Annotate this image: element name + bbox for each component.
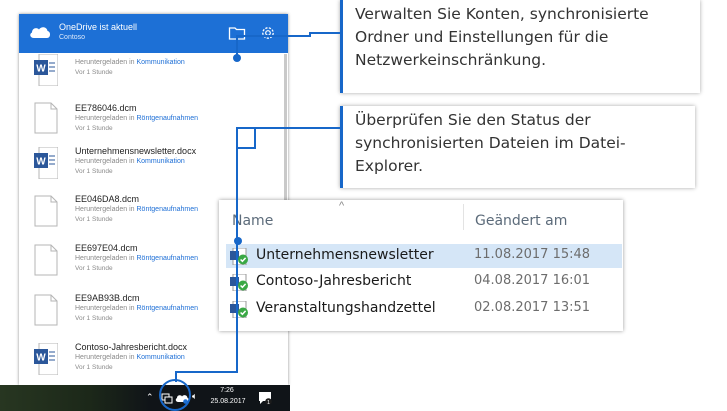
activity-item[interactable]: EE786046.dcm Heruntergeladen in Röntgena…	[19, 99, 281, 147]
activity-item[interactable]: W Heruntergeladen in Kommunikation Vor 1…	[19, 53, 281, 101]
column-header-name[interactable]: Name	[232, 213, 273, 229]
activity-item[interactable]: W Contoso-Jahresbericht.docx Heruntergel…	[19, 340, 281, 385]
cloud-icon	[30, 27, 51, 38]
clock-time[interactable]: 7:26	[212, 387, 242, 394]
word-document-icon: W	[34, 147, 58, 179]
taskbar: ⌃ 🔈︎ 7:26 25.08.2017 1	[0, 385, 290, 411]
volume-icon[interactable]: 🔈︎	[192, 391, 197, 402]
activity-time: Vor 1 Stunde	[75, 265, 113, 272]
account-name: Contoso	[59, 34, 86, 41]
folder-link[interactable]: Kommunikation	[137, 354, 185, 361]
file-modified-date: 02.08.2017 13:51	[474, 300, 591, 315]
folder-link[interactable]: Röntgenaufnahmen	[137, 115, 199, 122]
notification-count: 1	[267, 400, 270, 405]
activity-description: Heruntergeladen in Röntgenaufnahmen	[75, 255, 198, 262]
file-icon	[34, 195, 58, 227]
column-divider[interactable]	[463, 204, 464, 230]
callout-settings-info: Verwalten Sie Konten, synchronisierte Or…	[340, 0, 700, 93]
folder-link[interactable]: Röntgenaufnahmen	[137, 255, 199, 262]
synced-word-file-icon	[230, 274, 248, 291]
gear-icon[interactable]	[259, 24, 277, 42]
activity-description: Heruntergeladen in Röntgenaufnahmen	[75, 206, 198, 213]
activity-description: Heruntergeladen in Kommunikation	[75, 354, 185, 361]
word-document-icon: W	[34, 343, 58, 375]
file-icon	[34, 244, 58, 276]
activity-description: Heruntergeladen in Röntgenaufnahmen	[75, 305, 198, 312]
svg-text:W: W	[36, 157, 46, 168]
file-icon	[34, 102, 58, 134]
word-document-icon: W	[34, 54, 58, 86]
synced-word-file-icon	[230, 248, 248, 265]
file-name: EE786046.dcm	[75, 103, 137, 113]
folder-link[interactable]: Kommunikation	[137, 59, 185, 66]
file-name: Unternehmensnewsletter.docx	[75, 146, 197, 156]
table-row[interactable]: Unternehmensnewsletter 11.08.2017 15:48	[226, 244, 622, 268]
file-name: Veranstaltungshandzettel	[256, 300, 436, 316]
activity-time: Vor 1 Stunde	[75, 364, 113, 371]
onedrive-icon-highlight	[159, 379, 191, 411]
callout-explorer-info: Überprüfen Sie den Status der synchronis…	[340, 106, 695, 188]
sync-status-title: OneDrive ist aktuell	[59, 22, 138, 32]
activity-description: Heruntergeladen in Röntgenaufnahmen	[75, 115, 198, 122]
taskbar-background	[0, 385, 150, 411]
synced-word-file-icon	[230, 301, 248, 318]
folder-link[interactable]: Röntgenaufnahmen	[137, 206, 199, 213]
file-icon	[34, 294, 58, 326]
folder-link[interactable]: Röntgenaufnahmen	[137, 305, 199, 312]
file-name: EE046DA8.dcm	[75, 194, 140, 204]
file-name: EE9AB93B.dcm	[75, 293, 140, 303]
file-modified-date: 04.08.2017 16:01	[474, 273, 591, 288]
file-name: EE697E04.dcm	[75, 243, 138, 253]
table-row[interactable]: Contoso-Jahresbericht 04.08.2017 16:01	[226, 270, 622, 294]
activity-item[interactable]: W Unternehmensnewsletter.docx Herunterge…	[19, 144, 281, 192]
column-header-modified[interactable]: Geändert am	[475, 213, 567, 229]
table-row[interactable]: Veranstaltungshandzettel 02.08.2017 13:5…	[226, 297, 622, 321]
file-explorer-panel: Name ^ Geändert am Unternehmensnewslette…	[219, 200, 623, 331]
action-center-icon[interactable]: 1	[258, 391, 272, 405]
activity-description: Heruntergeladen in Kommunikation	[75, 59, 185, 66]
folder-icon[interactable]	[228, 25, 246, 41]
activity-time: Vor 1 Stunde	[75, 315, 113, 322]
file-name: Contoso-Jahresbericht.docx	[75, 342, 188, 352]
chevron-up-icon[interactable]: ⌃	[146, 392, 154, 403]
file-name: Unternehmensnewsletter	[256, 247, 434, 263]
file-name: Contoso-Jahresbericht	[256, 273, 412, 289]
onedrive-header: OneDrive ist aktuell Contoso	[19, 14, 288, 53]
activity-time: Vor 1 Stunde	[75, 125, 113, 132]
activity-time: Vor 1 Stunde	[75, 69, 113, 76]
activity-description: Heruntergeladen in Kommunikation	[75, 158, 185, 165]
clock-date[interactable]: 25.08.2017	[205, 398, 251, 405]
file-modified-date: 11.08.2017 15:48	[474, 247, 591, 262]
activity-time: Vor 1 Stunde	[75, 168, 113, 175]
sort-chevron-icon: ^	[339, 200, 345, 212]
folder-link[interactable]: Kommunikation	[137, 158, 185, 165]
svg-text:W: W	[36, 64, 46, 75]
svg-text:W: W	[36, 353, 46, 364]
activity-time: Vor 1 Stunde	[75, 216, 113, 223]
